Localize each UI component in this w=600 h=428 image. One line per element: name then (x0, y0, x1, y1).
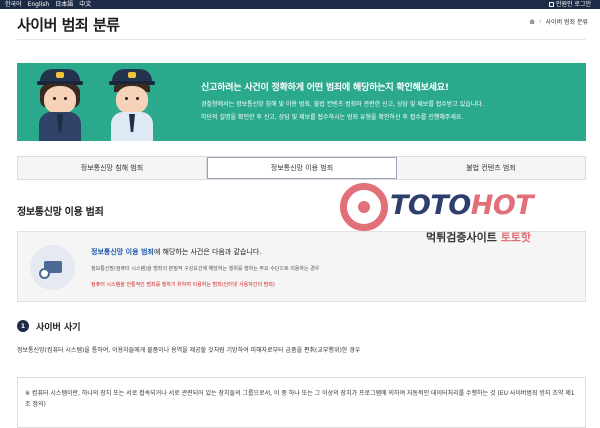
info-banner: 신고하려는 사건이 정확하게 어떤 범죄에 해당하는지 확인해보세요! 경찰청에… (17, 63, 586, 141)
lock-icon (548, 2, 554, 7)
lang-chinese-link[interactable]: 中文 (79, 0, 91, 9)
money-card-icon (30, 245, 75, 290)
lang-japanese-link[interactable]: 日本語 (55, 0, 73, 9)
watermark: TOTOHOT 먹튀검증사이트 토토핫 (332, 180, 600, 250)
info-lead-rest: 에 해당하는 사건은 다음과 같습니다. (153, 248, 262, 256)
banner-line: 하단의 설명을 확인한 후 신고, 상담 및 제보를 접수하시는 범죄 유형을 … (201, 114, 464, 121)
info-lead: 정보통신망 이용 범죄에 해당하는 사건은 다음과 같습니다. (91, 247, 262, 257)
info-highlight: 정보통신망 이용 범죄 (91, 248, 154, 256)
lang-korean-link[interactable]: 한국어 (5, 0, 22, 9)
banner-title: 신고하려는 사건이 정확하게 어떤 범죄에 해당하는지 확인해보세요! (201, 83, 449, 93)
note-text: ※ 컴퓨터 시스템이란, 하나의 장치 또는 서로 접속되거나 서로 관련되어 … (25, 390, 575, 408)
police-officer-illustration (33, 69, 87, 141)
breadcrumb-current: 사이버 범죄 분류 (545, 19, 588, 26)
item-title: 사이버 사기 (36, 323, 81, 333)
badge-icon (128, 72, 136, 78)
badge-icon (56, 72, 64, 78)
login-label: 민원인 로그인 (555, 1, 591, 8)
watermark-brand-b: HOT (470, 190, 534, 221)
watermark-sub-a: 먹튀검증사이트 (426, 231, 497, 244)
tab-network-intrusion[interactable]: 정보통신망 침해 범죄 (18, 157, 207, 179)
info-text: 정보통신망(컴퓨터 시스템)을 범죄의 본질적 구성요건에 해당하는 행위를 행… (91, 266, 320, 272)
watermark-sub-b: 토토핫 (500, 231, 532, 244)
flower-logo-icon (340, 183, 388, 231)
login-link[interactable]: 민원인 로그인 (548, 0, 591, 9)
lang-english-link[interactable]: English (28, 0, 50, 9)
title-divider (17, 39, 586, 40)
top-bar: 한국어 English 日本語 中文 민원인 로그인 (0, 0, 600, 9)
section-title: 정보통신망 이용 범죄 (17, 207, 104, 218)
category-tabs: 정보통신망 침해 범죄 정보통신망 이용 범죄 불법 컨텐츠 범죄 (17, 156, 586, 180)
watermark-sub: 먹튀검증사이트 토토핫 (426, 229, 531, 245)
breadcrumb: › 사이버 범죄 분류 (529, 17, 588, 26)
note-box: ※ 컴퓨터 시스템이란, 하나의 장치 또는 서로 접속되거나 서로 관련되어 … (17, 377, 586, 428)
page-title: 사이버 범죄 분류 (17, 16, 120, 34)
banner-description: 경찰청에서는 정보통신망 침해 및 이용 범죄, 불법 컨텐츠 범죄와 관련한 … (201, 98, 571, 124)
item-number-badge: 1 (17, 320, 29, 332)
tab-illegal-content[interactable]: 불법 컨텐츠 범죄 (397, 157, 585, 179)
banner-line: 경찰청에서는 정보통신망 침해 및 이용 범죄, 불법 컨텐츠 범죄와 관련한 … (201, 101, 484, 108)
watermark-brand-a: TOTO (390, 190, 471, 221)
language-menu: 한국어 English 日本語 中文 (5, 0, 91, 9)
watermark-brand: TOTOHOT (390, 190, 534, 221)
info-warning: 컴퓨터 시스템을 전통적인 범죄를 행하기 위하여 이용하는 범죄(인터넷 사용… (91, 282, 275, 288)
home-icon[interactable] (529, 19, 536, 24)
breadcrumb-separator: › (539, 18, 542, 25)
item-description: 정보통신망(컴퓨터 시스템)을 통하여, 이용자들에게 물품이나 용역을 제공할… (17, 347, 361, 354)
tab-network-use[interactable]: 정보통신망 이용 범죄 (207, 157, 397, 179)
police-officer-illustration (105, 69, 159, 141)
